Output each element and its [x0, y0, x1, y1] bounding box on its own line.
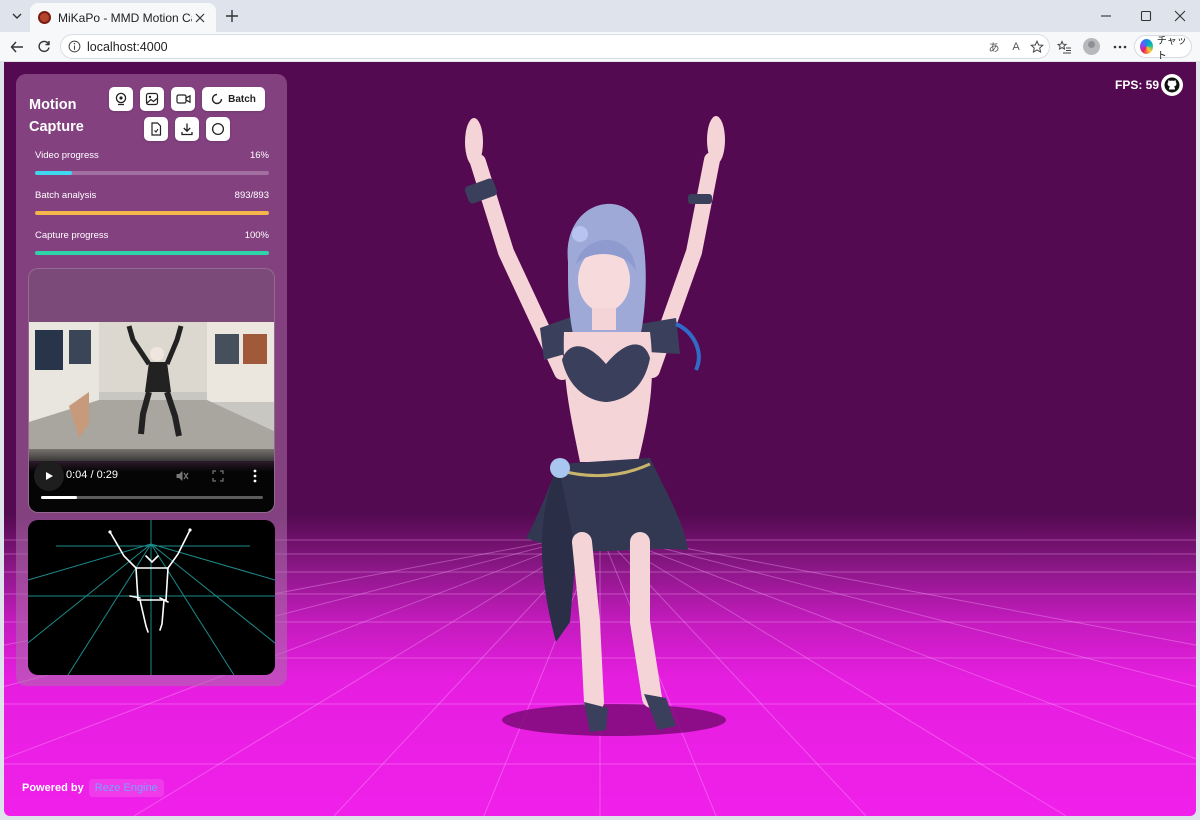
tab-close-button[interactable] — [192, 10, 208, 26]
plus-icon — [226, 10, 238, 22]
webcam-button[interactable] — [109, 87, 133, 111]
copilot-label: チャット — [1156, 35, 1187, 62]
capture-progress-value: 100% — [244, 230, 269, 241]
video-controls: 0:04 / 0:29 — [29, 449, 274, 512]
url-text[interactable]: localhost:4000 — [87, 40, 168, 54]
tab-list-button[interactable] — [6, 5, 28, 27]
video-progress-label: Video progress — [35, 150, 99, 161]
favorites-list-icon — [1056, 39, 1071, 54]
capture-progress: Capture progress 100% — [35, 230, 269, 255]
batch-button-label: Batch — [228, 93, 256, 105]
batch-analysis-value: 893/893 — [234, 190, 269, 201]
chevron-down-icon — [12, 13, 22, 19]
new-tab-button[interactable] — [222, 6, 242, 26]
video-progress: Video progress 16% — [35, 150, 269, 175]
batch-button[interactable]: Batch — [202, 87, 265, 111]
minimize-icon — [1101, 15, 1111, 17]
more-horizontal-icon — [1113, 45, 1127, 49]
maximize-icon — [1140, 10, 1152, 22]
webcam-icon — [115, 92, 127, 106]
record-circle-icon — [211, 122, 225, 136]
translate-button[interactable]: あ — [985, 39, 1003, 55]
batch-analysis-track — [35, 211, 269, 215]
video-seek-bar[interactable] — [41, 496, 263, 499]
close-icon — [1174, 10, 1186, 22]
video-options-button[interactable] — [247, 468, 263, 484]
close-window-button[interactable] — [1160, 4, 1200, 28]
pose-skeleton — [28, 520, 275, 675]
video-progress-fill — [35, 171, 73, 175]
3d-viewport[interactable]: FPS: 59 Powered by Reze Engine Motion Ca… — [4, 62, 1196, 816]
video-frame[interactable] — [29, 322, 275, 461]
star-icon — [1030, 40, 1044, 54]
record-button[interactable] — [206, 117, 230, 141]
browser-toolbar: localhost:4000 あ A チャット — [0, 32, 1200, 62]
capture-progress-track — [35, 251, 269, 255]
refresh-button[interactable] — [33, 36, 55, 58]
profile-avatar[interactable] — [1083, 38, 1100, 55]
batch-analysis-label: Batch analysis — [35, 190, 97, 201]
more-vertical-icon — [253, 469, 257, 483]
arrow-left-icon — [10, 41, 23, 53]
play-button[interactable] — [34, 461, 64, 491]
close-icon — [195, 13, 205, 22]
fullscreen-icon — [212, 470, 224, 482]
video-progress-value: 16% — [249, 150, 269, 161]
batch-analysis-fill — [35, 211, 269, 215]
video-button[interactable] — [171, 87, 195, 111]
batch-analysis-progress: Batch analysis 893/893 — [35, 190, 269, 215]
loading-spinner-icon — [211, 93, 223, 105]
github-link[interactable] — [1161, 74, 1183, 96]
image-button[interactable] — [140, 87, 164, 111]
muted-speaker-icon — [176, 471, 189, 481]
powered-by: Powered by Reze Engine — [22, 779, 164, 797]
refresh-icon — [38, 40, 50, 53]
video-progress-track — [35, 171, 269, 175]
video-seek-fill — [41, 496, 77, 499]
engine-link[interactable]: Reze Engine — [88, 779, 164, 797]
browser-tab-bar: MiKaPo - MMD Motion Capture — [0, 0, 1200, 32]
export-vmd-button[interactable] — [144, 117, 168, 141]
tab-title: MiKaPo - MMD Motion Capture — [58, 10, 192, 25]
github-icon — [1164, 77, 1180, 93]
back-button[interactable] — [6, 36, 28, 58]
file-icon — [151, 122, 162, 136]
skeleton-preview[interactable] — [28, 520, 275, 675]
capture-progress-label: Capture progress — [35, 230, 109, 241]
video-time: 0:04 / 0:29 — [66, 469, 118, 481]
video-player[interactable]: 0:04 / 0:29 — [28, 268, 275, 513]
address-bar[interactable]: localhost:4000 あ A — [60, 34, 1050, 59]
mute-button[interactable] — [174, 468, 190, 484]
favorite-button[interactable] — [1028, 39, 1046, 55]
character-model — [464, 116, 726, 736]
play-icon — [46, 472, 53, 480]
favorites-button[interactable] — [1054, 37, 1074, 57]
motion-capture-panel: Motion Capture Batch Video progress 16% — [16, 74, 287, 686]
fullscreen-button[interactable] — [210, 468, 226, 484]
download-icon — [181, 123, 193, 136]
favicon-icon — [38, 11, 51, 24]
capture-progress-fill — [35, 251, 269, 255]
read-aloud-button[interactable]: A — [1007, 39, 1025, 55]
download-button[interactable] — [175, 117, 199, 141]
copilot-icon — [1140, 39, 1153, 54]
browser-tab[interactable]: MiKaPo - MMD Motion Capture — [30, 3, 216, 32]
more-button[interactable] — [1110, 37, 1130, 57]
image-icon — [145, 92, 159, 106]
minimize-button[interactable] — [1086, 4, 1126, 28]
info-icon[interactable] — [68, 40, 81, 53]
powered-by-label: Powered by — [22, 782, 84, 794]
panel-title: Motion Capture — [29, 97, 84, 135]
video-camera-icon — [175, 94, 191, 104]
copilot-chat-button[interactable]: チャット — [1134, 35, 1192, 62]
fps-counter: FPS: 59 — [1115, 78, 1160, 92]
